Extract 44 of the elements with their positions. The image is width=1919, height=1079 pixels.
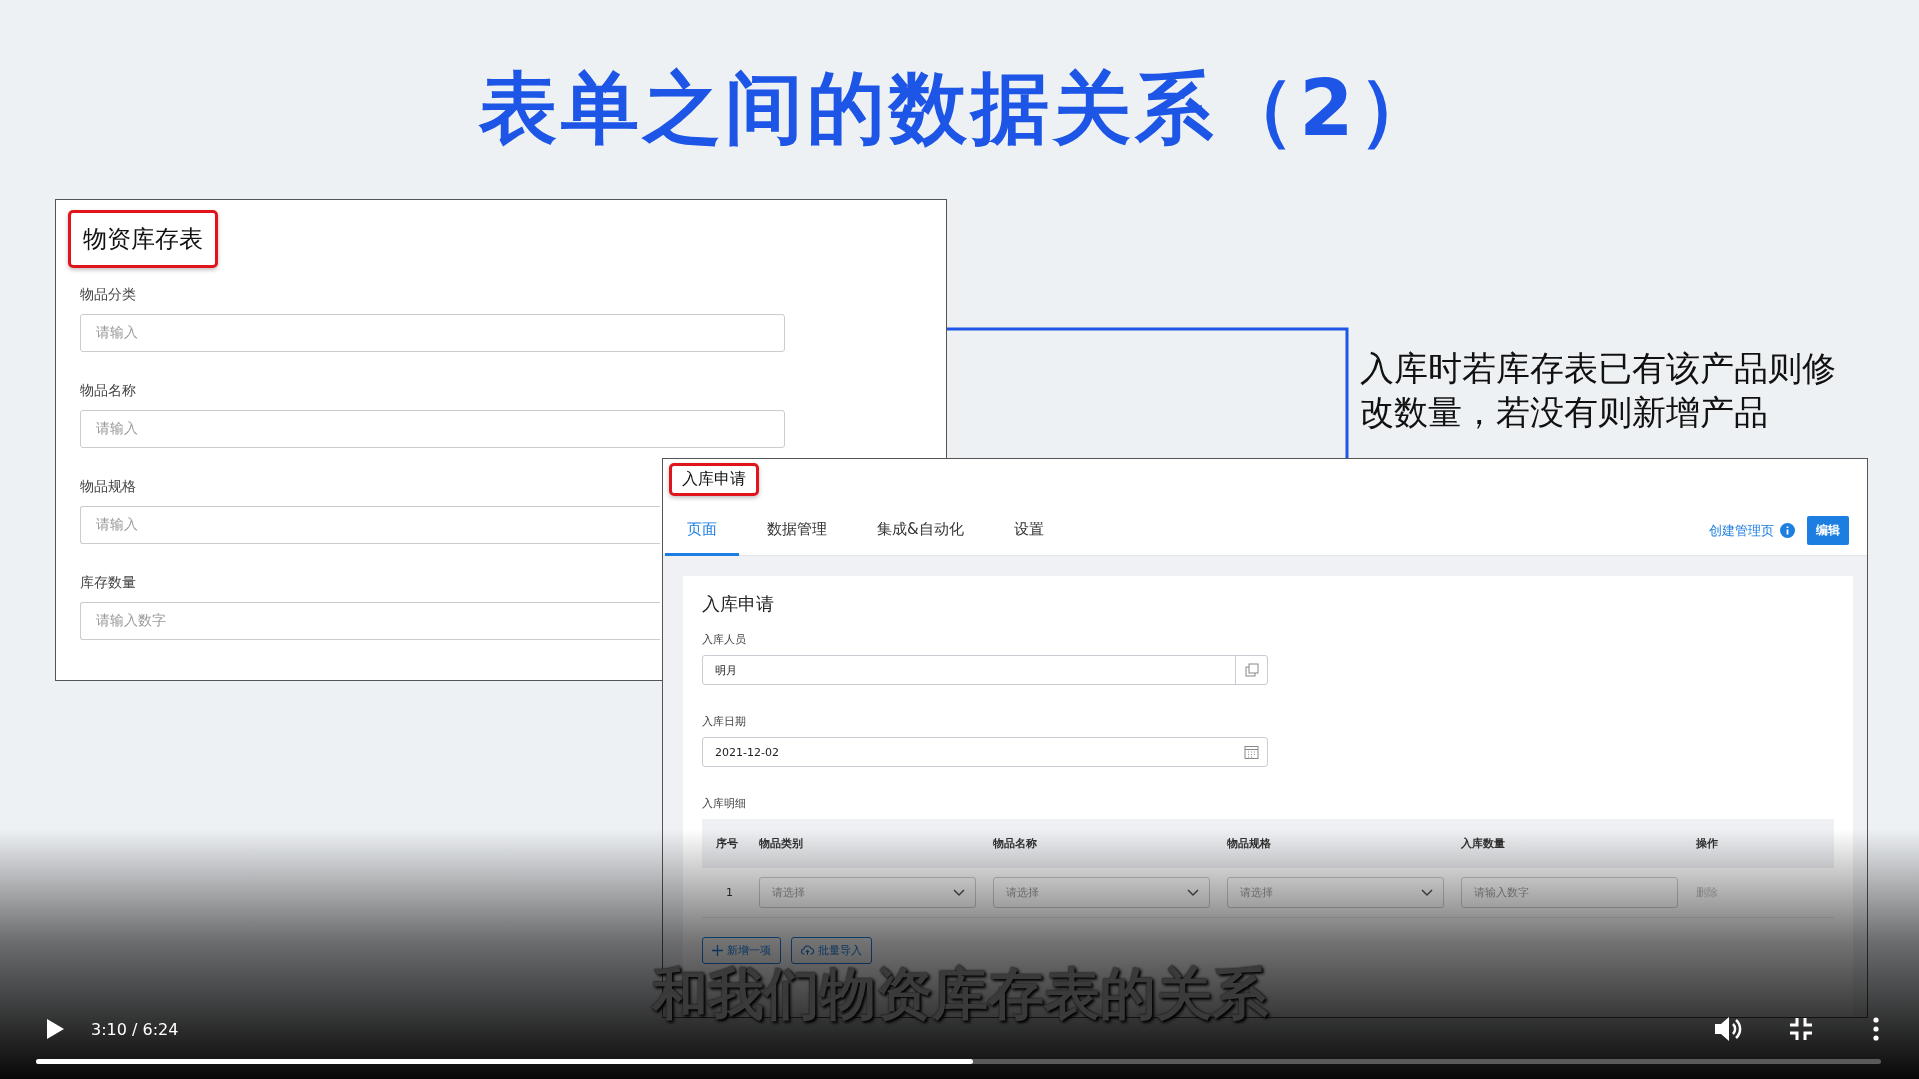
- slide-title: 表单之间的数据关系（2）: [477, 62, 1441, 152]
- edit-button[interactable]: 编辑: [1807, 516, 1849, 545]
- chevron-down-icon: [953, 888, 965, 897]
- more-icon[interactable]: [1873, 1017, 1879, 1041]
- input-field[interactable]: 请输入数字: [80, 602, 660, 640]
- input-field[interactable]: 2021-12-02: [702, 737, 1268, 767]
- callout-text: 入库时若库存表已有该产品则修改数量，若没有则新增产品: [1360, 347, 1837, 434]
- form-title: 入库申请: [702, 592, 775, 616]
- select-field[interactable]: 请选择: [1227, 877, 1444, 908]
- input-field[interactable]: 请输入: [80, 314, 785, 352]
- app-title: 入库申请: [669, 463, 759, 496]
- select-field[interactable]: 请选择: [993, 877, 1210, 908]
- volume-icon[interactable]: [1713, 1015, 1743, 1043]
- section-label: 入库明细: [702, 796, 747, 811]
- field-label: 物品规格: [80, 478, 136, 496]
- field-label: 物品名称: [80, 382, 136, 400]
- cloud-upload-icon: [801, 945, 814, 956]
- info-icon[interactable]: [1780, 523, 1795, 538]
- field-label: 物品分类: [80, 286, 136, 304]
- calendar-icon[interactable]: [1243, 745, 1259, 759]
- plus-icon: [712, 945, 723, 956]
- exit-fullscreen-icon[interactable]: [1789, 1017, 1813, 1041]
- field-label: 入库日期: [702, 714, 747, 729]
- create-admin-page-link[interactable]: 创建管理页: [1709, 521, 1774, 540]
- field-label: 库存数量: [80, 574, 136, 592]
- add-row-button[interactable]: 批量导入: [791, 937, 872, 964]
- play-icon[interactable]: [45, 1018, 65, 1040]
- table-cell-text: 1: [725, 886, 734, 899]
- table-header: 序号 物品类别 物品名称 物品规格 入库数量 操作: [702, 819, 1834, 868]
- select-field[interactable]: 请选择: [759, 877, 976, 908]
- input-field[interactable]: 明月: [702, 655, 1268, 685]
- tab[interactable]: 集成&自动化: [855, 505, 986, 556]
- input-field[interactable]: 请输入: [80, 506, 660, 544]
- time-display: 3:10 / 6:24: [91, 1019, 179, 1039]
- progress-bar[interactable]: [36, 1059, 1881, 1064]
- add-row-button[interactable]: 新增一项: [702, 937, 781, 964]
- tab[interactable]: 设置: [991, 505, 1066, 556]
- input-field[interactable]: 请输入: [80, 410, 785, 448]
- number-field[interactable]: 请输入数字: [1461, 877, 1678, 908]
- form-title: 物资库存表: [68, 210, 218, 268]
- tab[interactable]: 数据管理: [745, 505, 849, 556]
- chevron-down-icon: [1421, 888, 1433, 897]
- chevron-down-icon: [1187, 888, 1199, 897]
- field-label: 入库人员: [702, 632, 747, 647]
